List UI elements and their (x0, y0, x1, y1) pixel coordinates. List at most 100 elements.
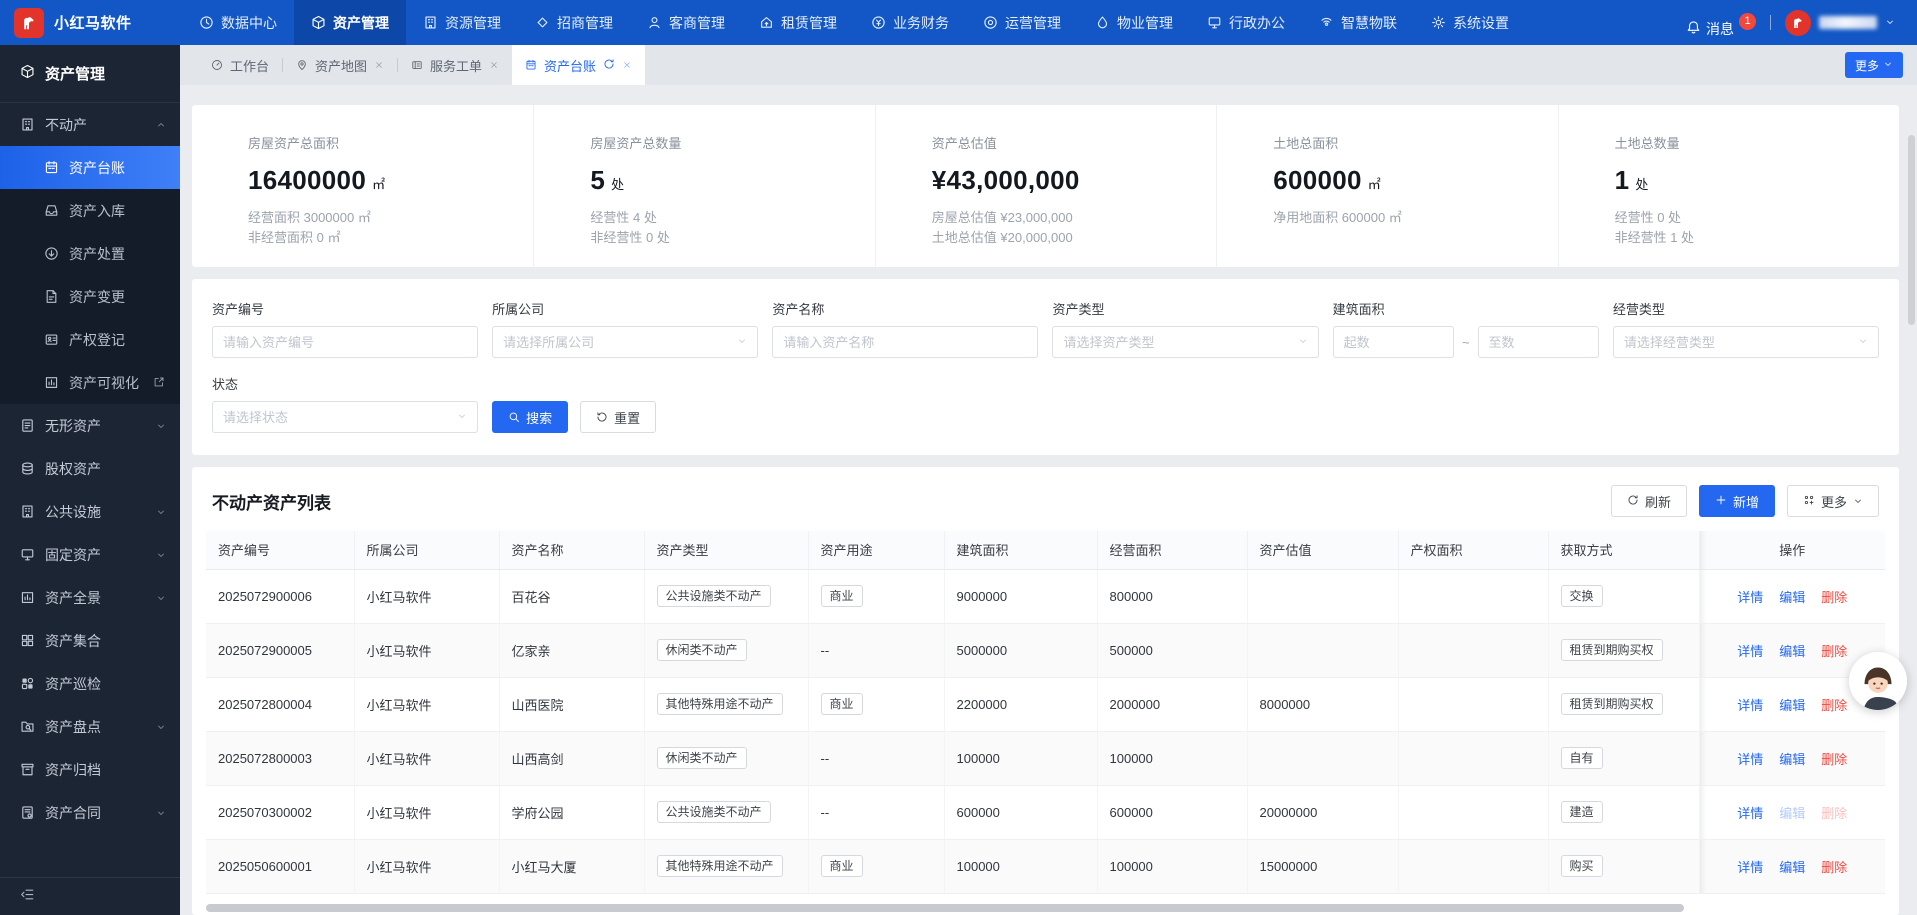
nav-item-investment-management[interactable]: 招商管理 (518, 0, 630, 45)
vertical-scrollbar-thumb[interactable] (1908, 135, 1915, 325)
monitor-icon (1207, 15, 1222, 30)
tab-service-ticket[interactable]: 服务工单 (398, 45, 512, 85)
sidebar-item-public-facilities[interactable]: 公共设施 (0, 490, 180, 533)
asset-type-select[interactable] (1052, 326, 1318, 358)
tabbar-more-button[interactable]: 更多 (1845, 52, 1903, 78)
row-action-edit[interactable]: 编辑 (1779, 644, 1805, 659)
nav-item-merchant-management[interactable]: 客商管理 (630, 0, 742, 45)
horse-icon (1790, 15, 1806, 31)
user-menu[interactable] (1785, 10, 1895, 36)
nav-item-smart-iot[interactable]: 智慧物联 (1302, 0, 1414, 45)
sidebar-item-asset-contract[interactable]: 资产合同 (0, 791, 180, 834)
tab-workbench[interactable]: 工作台 (198, 45, 282, 85)
nav-item-data-center[interactable]: 数据中心 (182, 0, 294, 45)
sidebar-item-real-estate[interactable]: 不动产 (0, 103, 180, 146)
table-row[interactable]: 2025072800004小红马软件山西医院其他特殊用途不动产商业2200000… (206, 677, 1885, 731)
tag: 公共设施类不动产 (657, 585, 771, 607)
nav-item-system-settings[interactable]: 系统设置 (1414, 0, 1526, 45)
table-row[interactable]: 2025072900005小红马软件亿家亲休闲类不动产--50000005000… (206, 623, 1885, 677)
row-action-delete[interactable]: 删除 (1821, 590, 1847, 605)
building-area-from-input[interactable] (1344, 335, 1443, 350)
row-action-delete[interactable]: 删除 (1821, 806, 1847, 821)
row-action-edit[interactable]: 编辑 (1779, 806, 1805, 821)
horizontal-scrollbar-thumb[interactable] (206, 904, 1684, 912)
add-button[interactable]: 新增 (1699, 485, 1775, 517)
sidebar-item-fixed-assets[interactable]: 固定资产 (0, 533, 180, 576)
docsync-icon (44, 289, 59, 304)
nav-item-business-finance[interactable]: 业务财务 (854, 0, 966, 45)
table-more-button[interactable]: 更多 (1787, 485, 1879, 517)
refresh-button[interactable]: 刷新 (1611, 485, 1687, 517)
tab-close-icon[interactable] (489, 58, 499, 73)
table-row[interactable]: 2025072800003小红马软件山西高剑休闲类不动产--1000001000… (206, 731, 1885, 785)
table-row[interactable]: 2025072900006小红马软件百花谷公共设施类不动产商业900000080… (206, 569, 1885, 623)
tab-close-icon[interactable] (374, 58, 384, 73)
row-action-detail[interactable]: 详情 (1737, 752, 1763, 767)
asset-code-input[interactable] (223, 335, 467, 350)
stat-label: 土地总面积 (1273, 133, 1549, 152)
sidebar-item-asset-panorama[interactable]: 资产全景 (0, 576, 180, 619)
row-action-edit[interactable]: 编辑 (1779, 752, 1805, 767)
status-select[interactable] (212, 401, 478, 433)
asset-name-input[interactable] (783, 335, 1027, 350)
sidebar-item-asset-ledger[interactable]: 资产台账 (0, 146, 180, 189)
nav-item-property-management[interactable]: 物业管理 (1078, 0, 1190, 45)
reset-icon (596, 411, 608, 423)
sidebar-item-asset-inventory[interactable]: 资产盘点 (0, 705, 180, 748)
row-action-edit[interactable]: 编辑 (1779, 590, 1805, 605)
chevron-down-icon (1858, 336, 1868, 346)
nav-item-resource-management[interactable]: 资源管理 (406, 0, 518, 45)
owner-company-select[interactable] (492, 326, 758, 358)
row-action-detail[interactable]: 详情 (1737, 698, 1763, 713)
reset-button[interactable]: 重置 (580, 401, 656, 433)
row-action-detail[interactable]: 详情 (1737, 806, 1763, 821)
nav-item-lease-management[interactable]: 租赁管理 (742, 0, 854, 45)
sidebar-item-asset-change[interactable]: 资产变更 (0, 275, 180, 318)
nav-item-asset-management[interactable]: 资产管理 (294, 0, 406, 45)
nav-item-operation-management[interactable]: 运营管理 (966, 0, 1078, 45)
row-action-detail[interactable]: 详情 (1737, 644, 1763, 659)
sidebar-title: 资产管理 (0, 45, 180, 103)
sidebar-item-asset-visualization[interactable]: 资产可视化 (0, 361, 180, 404)
sidebar-item-property-registration[interactable]: 产权登记 (0, 318, 180, 361)
tab-close-icon[interactable] (622, 58, 632, 73)
row-action-detail[interactable]: 详情 (1737, 590, 1763, 605)
messages-button[interactable]: 消息 1 (1686, 7, 1756, 39)
stat-card-0: 房屋资产总面积16400000㎡经营面积 3000000 ㎡非经营面积 0 ㎡ (192, 105, 533, 267)
sidebar-item-label: 资产集合 (45, 631, 101, 651)
nav-item-admin-office[interactable]: 行政办公 (1190, 0, 1302, 45)
table-row[interactable]: 2025070300002小红马软件学府公园公共设施类不动产--60000060… (206, 785, 1885, 839)
table-row[interactable]: 2025050600001小红马软件小红马大厦其他特殊用途不动产商业100000… (206, 839, 1885, 893)
ops-icon (983, 15, 998, 30)
nav-item-label: 数据中心 (221, 13, 277, 33)
search-button[interactable]: 搜索 (492, 401, 568, 433)
assistant-avatar[interactable] (1849, 652, 1907, 710)
sidebar-item-asset-inbound[interactable]: 资产入库 (0, 189, 180, 232)
top-navbar: 小红马软件 数据中心资产管理资源管理招商管理客商管理租赁管理业务财务运营管理物业… (0, 0, 1917, 45)
tab-refresh-icon[interactable] (603, 58, 615, 73)
tab-asset-ledger[interactable]: 资产台账 (512, 45, 645, 85)
row-action-edit[interactable]: 编辑 (1779, 698, 1805, 713)
operation-type-select[interactable] (1613, 326, 1879, 358)
sidebar-item-asset-archive[interactable]: 资产归档 (0, 748, 180, 791)
building-area-to-input[interactable] (1489, 335, 1588, 350)
sidebar-item-intangible-assets[interactable]: 无形资产 (0, 404, 180, 447)
row-action-edit[interactable]: 编辑 (1779, 860, 1805, 875)
tab-asset-map[interactable]: 资产地图 (283, 45, 397, 85)
row-action-delete[interactable]: 删除 (1821, 644, 1847, 659)
sidebar-item-asset-patrol[interactable]: 资产巡检 (0, 662, 180, 705)
patrol-icon (20, 676, 35, 691)
chevron-down-icon (1885, 14, 1895, 32)
cell-asset-code: 2025072800003 (206, 731, 354, 785)
sidebar-item-asset-collection[interactable]: 资产集合 (0, 619, 180, 662)
cell-value (1247, 623, 1398, 677)
row-action-delete[interactable]: 删除 (1821, 860, 1847, 875)
row-action-detail[interactable]: 详情 (1737, 860, 1763, 875)
sidebar-item-asset-disposal[interactable]: 资产处置 (0, 232, 180, 275)
row-action-delete[interactable]: 删除 (1821, 752, 1847, 767)
row-action-delete[interactable]: 删除 (1821, 698, 1847, 713)
filter-field-operation-type: 经营类型 (1613, 299, 1879, 358)
nav-item-label: 租赁管理 (781, 13, 837, 33)
sidebar-item-equity-assets[interactable]: 股权资产 (0, 447, 180, 490)
sidebar-collapse-button[interactable] (0, 877, 180, 915)
